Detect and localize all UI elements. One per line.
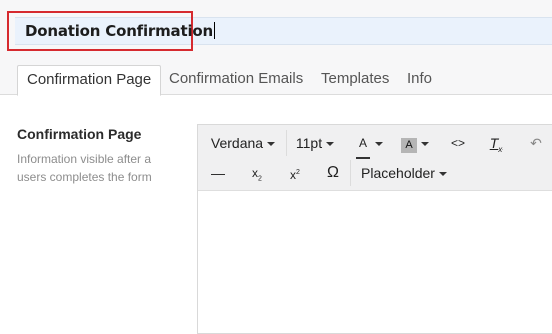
tab-label: Templates [321, 70, 390, 87]
form-title-input[interactable]: Donation Confirmation [25, 22, 215, 40]
font-family-value: Verdana [210, 135, 264, 151]
font-size-dropdown[interactable]: 11pt [289, 130, 341, 156]
undo-icon: ↶ [530, 135, 542, 151]
superscript-icon: x2 [290, 168, 300, 182]
subscript-icon: x2 [252, 166, 262, 183]
chevron-down-icon [267, 142, 276, 146]
tab-info[interactable]: Info [398, 65, 441, 95]
clear-format-icon: Tx [489, 135, 503, 154]
tab-bar: Confirmation Page Confirmation Emails Te… [0, 58, 552, 96]
subscript-button[interactable]: x2 [242, 160, 272, 186]
special-character-button[interactable]: Ω [318, 160, 348, 186]
chevron-down-icon [326, 142, 335, 146]
tab-confirmation-page[interactable]: Confirmation Page [17, 65, 162, 96]
background-color-button[interactable]: A [394, 130, 436, 156]
text-color-button[interactable]: A [349, 130, 389, 159]
tab-label: Info [407, 70, 433, 87]
placeholder-label: Placeholder [361, 165, 435, 181]
tab-label: Confirmation Emails [169, 70, 304, 87]
placeholder-dropdown[interactable]: Placeholder [354, 160, 454, 186]
form-title-value: Donation Confirmation [25, 22, 213, 40]
horizontal-rule-button[interactable]: — [203, 160, 233, 186]
tab-confirmation-emails[interactable]: Confirmation Emails [160, 65, 312, 95]
tab-templates[interactable]: Templates [312, 65, 398, 95]
tab-label: Confirmation Page [27, 71, 152, 88]
font-family-dropdown[interactable]: Verdana [203, 130, 283, 156]
clear-format-button[interactable]: Tx [484, 130, 508, 156]
superscript-button[interactable]: x2 [280, 160, 310, 186]
omega-icon: Ω [327, 164, 339, 181]
section-title: Confirmation Page [17, 126, 142, 142]
chevron-down-icon [438, 172, 447, 176]
chevron-down-icon [375, 142, 383, 146]
horizontal-rule-icon: — [211, 165, 225, 181]
section-description: Information visible after a users comple… [17, 152, 152, 184]
toolbar-divider [286, 130, 287, 156]
editor-content-area[interactable] [198, 191, 552, 333]
text-caret [213, 22, 215, 39]
text-color-icon: A [355, 130, 371, 159]
background-color-icon: A [401, 138, 417, 153]
toolbar-divider [350, 160, 351, 186]
code-view-icon: <> [450, 136, 465, 150]
undo-button[interactable]: ↶ [524, 130, 548, 156]
code-view-button[interactable]: <> [446, 130, 470, 156]
chevron-down-icon [421, 142, 429, 146]
editor-toolbar: Verdana 11pt A A <> Tx ↶ — x2 x2 Ω Place… [198, 125, 552, 191]
font-size-value: 11pt [295, 135, 323, 151]
rich-text-editor: Verdana 11pt A A <> Tx ↶ — x2 x2 Ω Place… [197, 124, 552, 334]
